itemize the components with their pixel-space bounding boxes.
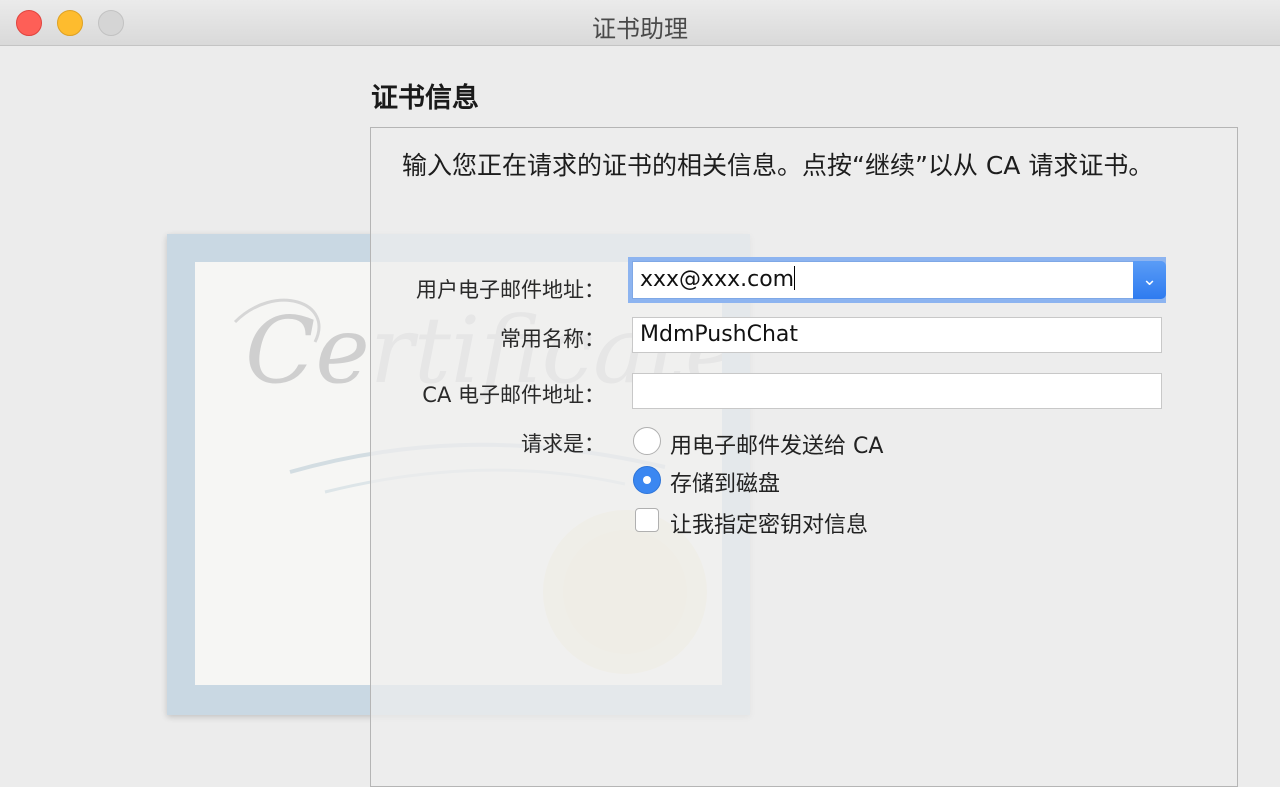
radio-email-to-ca[interactable] [633,427,661,455]
common-name-value: MdmPushChat [640,322,799,347]
user-email-label: 用户电子邮件地址： [416,278,605,302]
user-email-value: xxx@xxx.com [640,267,795,292]
window-title: 证书助理 [592,15,688,43]
ca-email-field[interactable] [632,373,1162,409]
chevron-down-icon: ⌄ [1141,269,1158,290]
radio-selected-dot [643,476,651,484]
request-is-label: 请求是： [521,432,605,456]
user-email-dropdown-button[interactable]: ⌄ [1133,261,1166,299]
user-email-field[interactable]: xxx@xxx.com [632,261,1162,299]
radio-email-to-ca-label[interactable]: 用电子邮件发送给 CA [670,428,883,460]
specify-keypair-checkbox[interactable] [635,508,659,532]
specify-keypair-label[interactable]: 让我指定密钥对信息 [670,507,868,539]
section-title: 证书信息 [371,83,479,114]
text-caret [794,266,796,290]
instructions-text: 输入您正在请求的证书的相关信息。点按“继续”以从 CA 请求证书。 [402,151,1154,180]
common-name-field[interactable]: MdmPushChat [632,317,1162,353]
ca-email-label: CA 电子邮件地址： [422,383,605,407]
radio-save-to-disk-label[interactable]: 存储到磁盘 [670,466,780,498]
common-name-label: 常用名称： [500,327,605,351]
title-bar: 证书助理 [0,0,1280,46]
radio-save-to-disk[interactable] [633,466,661,494]
